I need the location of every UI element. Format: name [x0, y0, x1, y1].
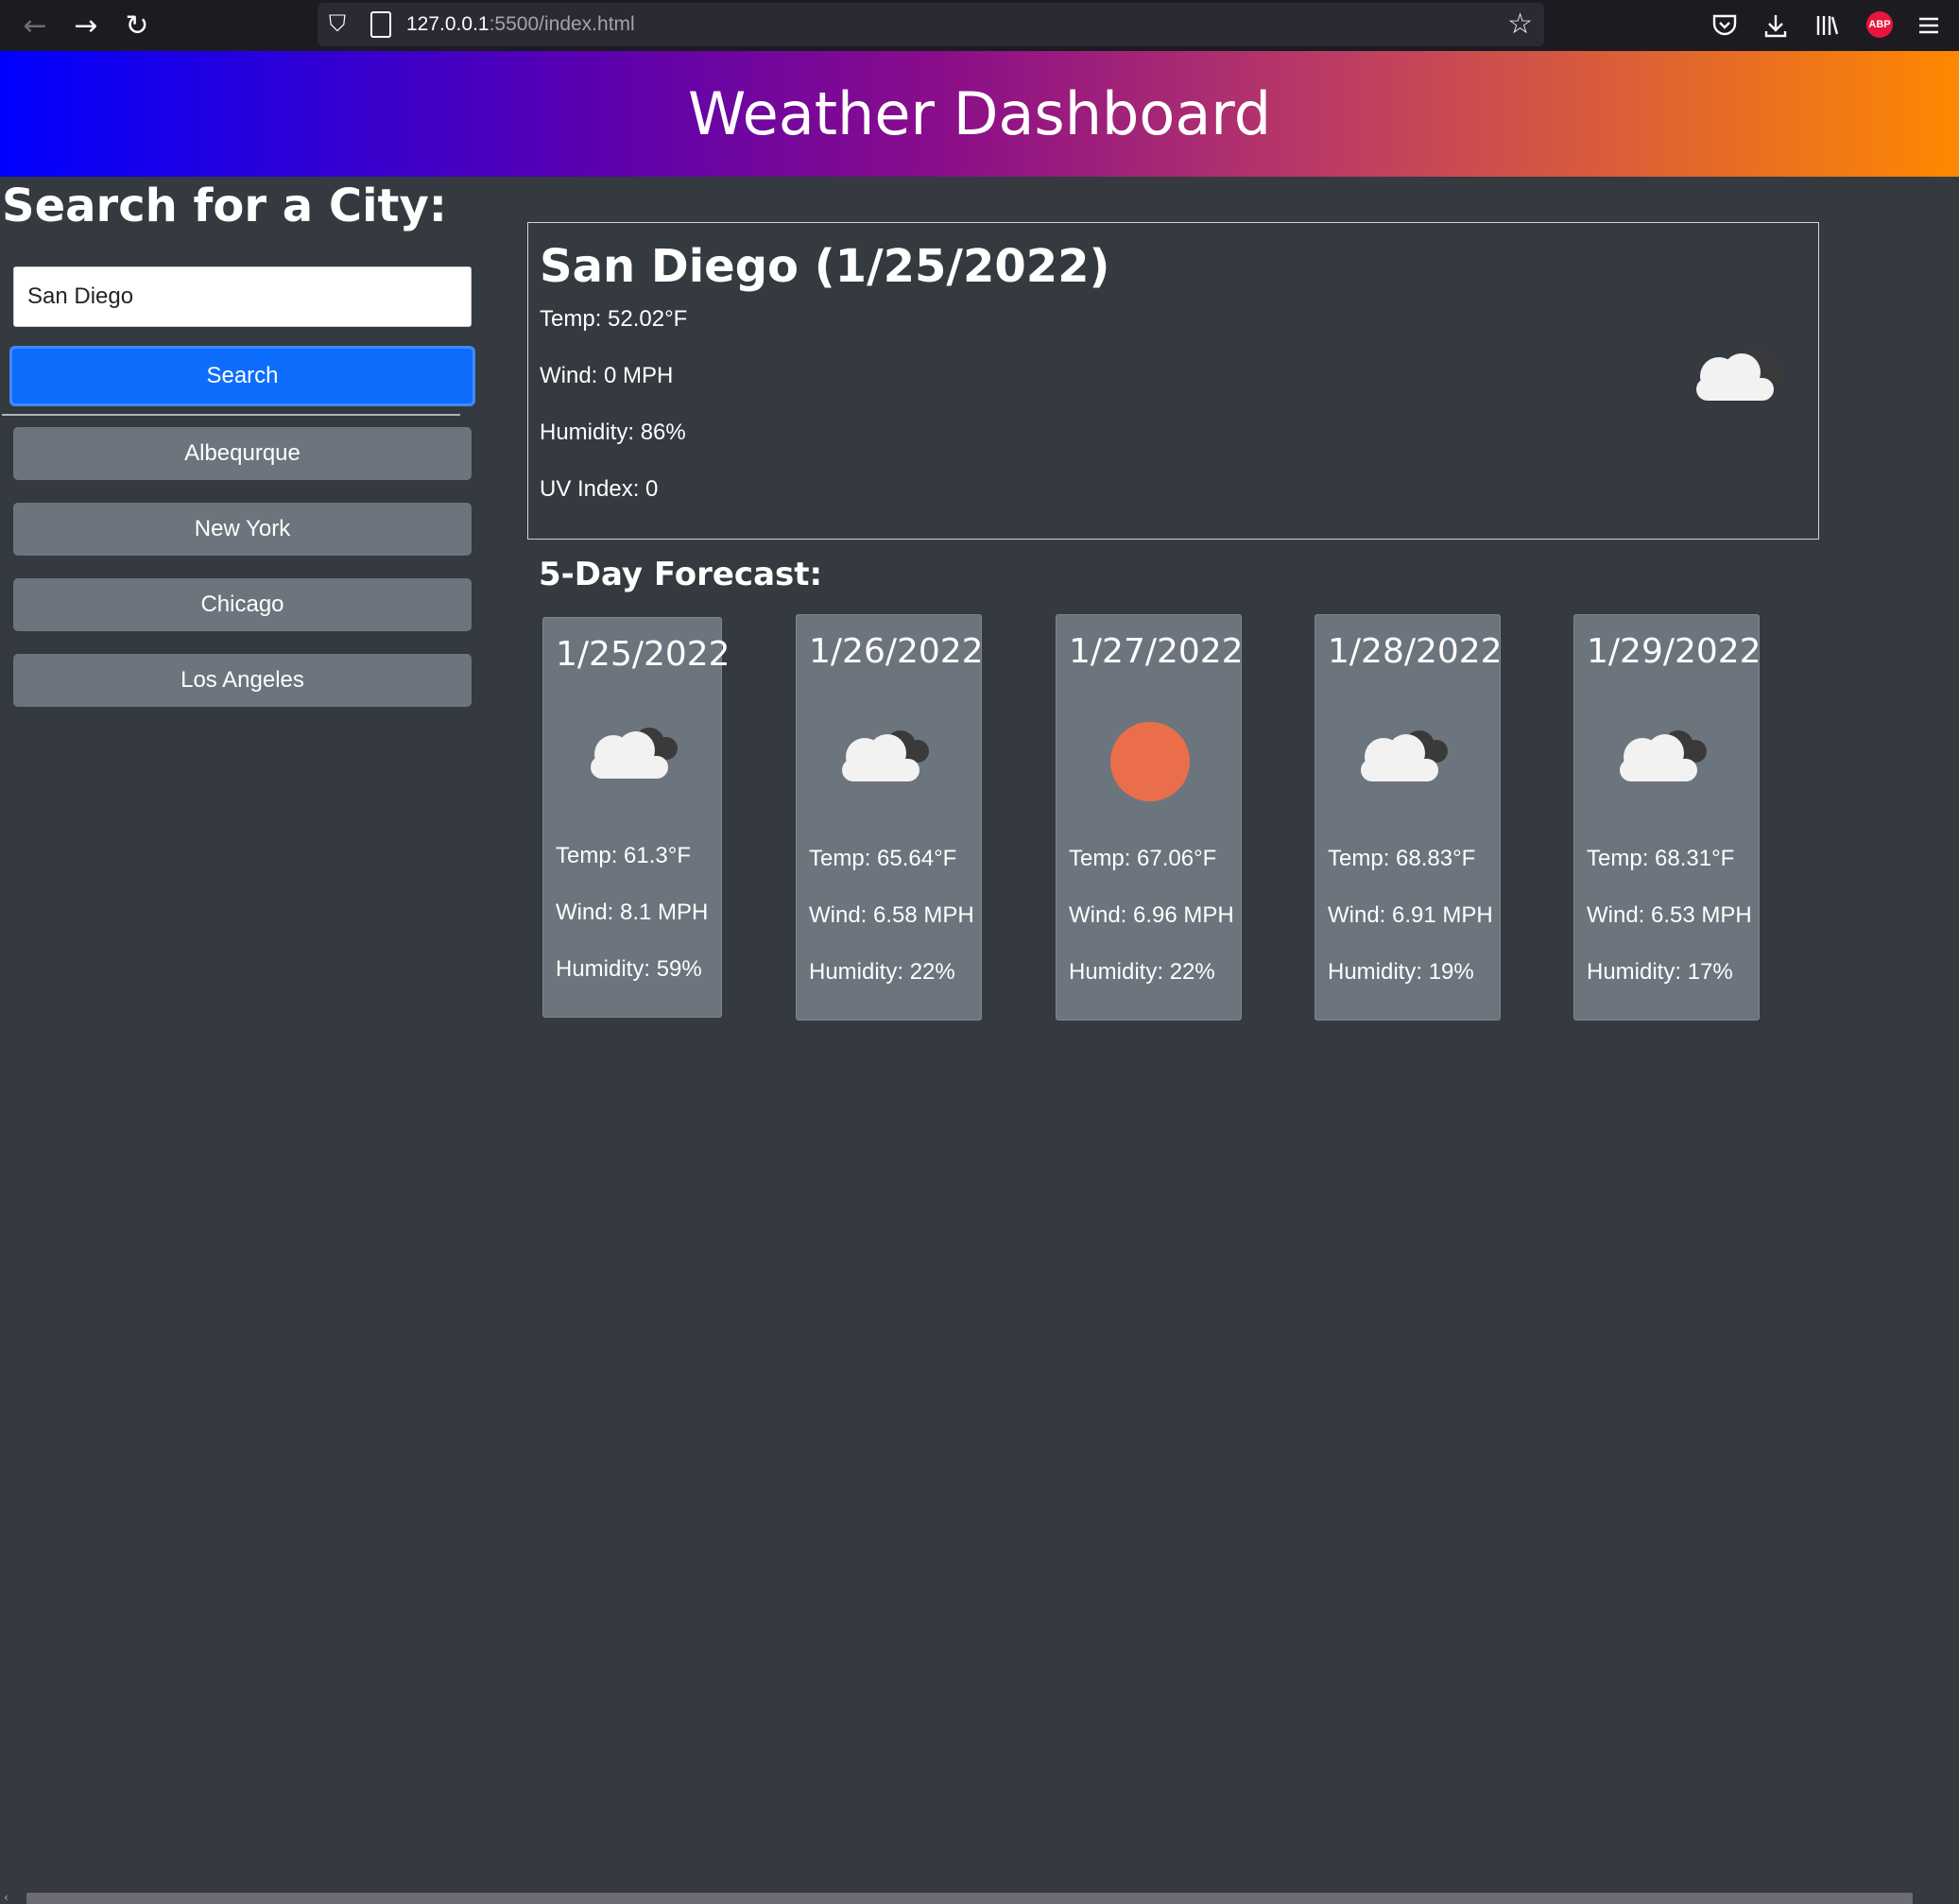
download-icon[interactable] [1758, 8, 1794, 43]
forecast-humidity: Humidity: 17% [1587, 959, 1733, 985]
history-button-new-york[interactable]: New York [13, 503, 472, 556]
forecast-card: 1/27/2022 Temp: 67.06°F Wind: 6.96 MPH H… [1056, 614, 1244, 1021]
page-header: Weather Dashboard [0, 51, 1959, 177]
url-path: :5500/index.html [489, 13, 635, 35]
forecast-card: 1/29/2022 Temp: 68.31°F Wind: 6.53 MPH H… [1573, 614, 1761, 1021]
sun-icon [1109, 721, 1191, 807]
pocket-icon[interactable] [1707, 8, 1743, 43]
star-icon[interactable]: ☆ [1507, 8, 1533, 41]
forecast-wind: Wind: 6.53 MPH [1587, 902, 1752, 928]
horizontal-scrollbar[interactable]: ‹ [0, 1891, 1959, 1904]
forecast-date: 1/29/2022 [1587, 632, 1761, 671]
forecast-humidity: Humidity: 22% [809, 959, 955, 985]
scrollbar-thumb[interactable] [26, 1893, 1913, 1904]
cloudy-icon [1607, 717, 1720, 798]
current-temp: Temp: 52.02°F [540, 306, 688, 332]
page-title: Weather Dashboard [687, 79, 1272, 148]
url-text[interactable]: 127.0.0.1:5500/index.html [406, 13, 635, 36]
current-humidity: Humidity: 86% [540, 420, 686, 445]
forecast-humidity: Humidity: 19% [1328, 959, 1474, 985]
library-icon[interactable] [1809, 8, 1845, 43]
adblock-icon[interactable]: ABP [1866, 11, 1893, 38]
cloudy-icon [577, 714, 691, 795]
forecast-card: 1/26/2022 Temp: 65.64°F Wind: 6.58 MPH H… [796, 614, 984, 1021]
url-bar[interactable]: ⛉ 127.0.0.1:5500/index.html ☆ [318, 3, 1544, 46]
forecast-temp: Temp: 67.06°F [1069, 846, 1217, 871]
forecast-wind: Wind: 8.1 MPH [556, 900, 709, 925]
search-button[interactable]: Search [9, 346, 475, 406]
history-button-albequrque[interactable]: Albequrque [13, 427, 472, 480]
url-host: 127.0.0.1 [406, 13, 490, 35]
forecast-wind: Wind: 6.91 MPH [1328, 902, 1493, 928]
sidebar-divider [2, 414, 460, 416]
shield-icon[interactable]: ⛉ [329, 10, 357, 39]
forecast-humidity: Humidity: 59% [556, 956, 702, 982]
forward-arrow-icon[interactable]: → [68, 8, 104, 43]
forecast-date: 1/26/2022 [809, 632, 984, 671]
menu-icon[interactable] [1911, 8, 1947, 43]
forecast-card: 1/28/2022 Temp: 68.83°F Wind: 6.91 MPH H… [1315, 614, 1503, 1021]
reload-icon[interactable]: ↻ [119, 8, 155, 43]
cloudy-icon [1348, 717, 1461, 798]
city-search-input[interactable] [13, 266, 472, 327]
forecast-wind: Wind: 6.58 MPH [809, 902, 974, 928]
current-uv-index: UV Index: 0 [540, 476, 659, 502]
forecast-title: 5-Day Forecast: [539, 556, 823, 593]
current-weather-card: San Diego (1/25/2022) Temp: 52.02°F Wind… [527, 222, 1819, 540]
current-wind: Wind: 0 MPH [540, 363, 674, 388]
search-title: Search for a City: [2, 180, 447, 232]
forecast-temp: Temp: 65.64°F [809, 846, 957, 871]
forecast-date: 1/25/2022 [556, 635, 730, 674]
forecast-date: 1/27/2022 [1069, 632, 1244, 671]
page-icon [370, 11, 391, 38]
current-city-heading: San Diego (1/25/2022) [540, 240, 1110, 293]
forecast-humidity: Humidity: 22% [1069, 959, 1215, 985]
forecast-wind: Wind: 6.96 MPH [1069, 902, 1234, 928]
forecast-temp: Temp: 68.31°F [1587, 846, 1735, 871]
history-button-los-angeles[interactable]: Los Angeles [13, 654, 472, 707]
browser-toolbar: ← → ↻ ⛉ 127.0.0.1:5500/index.html ☆ ABP [0, 0, 1959, 51]
scroll-left-icon[interactable]: ‹ [4, 1891, 9, 1904]
cloudy-icon [1683, 336, 1796, 417]
forecast-temp: Temp: 68.83°F [1328, 846, 1476, 871]
cloudy-icon [829, 717, 942, 798]
forecast-card: 1/25/2022 Temp: 61.3°F Wind: 8.1 MPH Hum… [542, 617, 730, 1018]
forecast-date: 1/28/2022 [1328, 632, 1503, 671]
forecast-temp: Temp: 61.3°F [556, 843, 691, 868]
back-arrow-icon[interactable]: ← [17, 8, 53, 43]
history-button-chicago[interactable]: Chicago [13, 578, 472, 631]
